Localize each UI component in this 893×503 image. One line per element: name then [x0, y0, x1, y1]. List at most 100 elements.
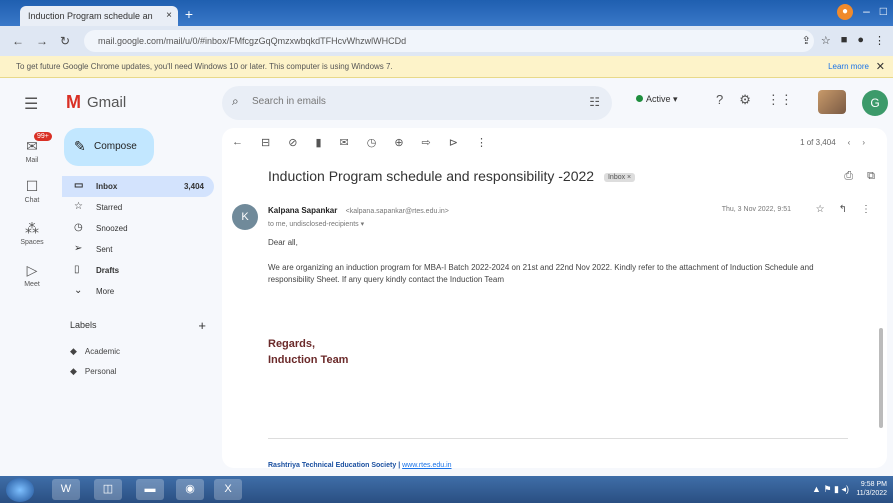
menu-dots-icon[interactable]: ⋮: [874, 34, 885, 47]
main-menu-icon[interactable]: ☰: [24, 94, 38, 114]
forward-icon[interactable]: →: [36, 34, 48, 48]
footer-link[interactable]: www.rtes.edu.in: [402, 462, 451, 469]
archive-icon[interactable]: ⊟: [261, 136, 270, 149]
pencil-icon: ✎: [74, 138, 86, 154]
search-input[interactable]: Search in emails: [252, 96, 326, 107]
regards-text: Regards,: [268, 338, 316, 350]
label-icon[interactable]: ⊳: [449, 136, 458, 149]
add-label-icon[interactable]: +: [198, 318, 206, 333]
inbox-tag[interactable]: Inbox ×: [603, 172, 636, 182]
tab-close-icon[interactable]: ×: [166, 10, 172, 21]
rail-mail[interactable]: ✉ 99+ Mail: [8, 132, 56, 164]
url-field[interactable]: mail.google.com/mail/u/0/#inbox/FMfcgzGq…: [84, 30, 814, 52]
mail-badge: 99+: [34, 132, 52, 141]
back-to-inbox-icon[interactable]: ←: [232, 136, 243, 149]
scrollbar[interactable]: [879, 328, 883, 428]
profile-icon[interactable]: ●: [837, 4, 854, 20]
clock[interactable]: 9:58 PM 11/3/2022: [856, 480, 887, 498]
clock-date: 11/3/2022: [856, 490, 887, 497]
sidebar-item-label: More: [96, 287, 115, 296]
email-signature: Regards, Induction Team: [268, 336, 348, 368]
clock-time: 9:58 PM: [860, 481, 887, 488]
star-icon: ☆: [74, 201, 83, 212]
organization-logo[interactable]: [818, 90, 846, 114]
report-spam-icon[interactable]: ⊘: [288, 136, 297, 149]
maximize-icon[interactable]: □: [880, 4, 887, 20]
pager-text: 1 of 3,404: [800, 138, 836, 147]
bookmark-star-icon[interactable]: ☆: [821, 34, 831, 47]
search-bar[interactable]: ⌕ Search in emails ☷: [222, 86, 612, 120]
taskbar-app-folder[interactable]: ▬: [136, 479, 164, 500]
search-icon[interactable]: ⌕: [232, 94, 239, 109]
status-selector[interactable]: Active ▾: [636, 94, 678, 105]
browser-tab[interactable]: Induction Program schedule an ×: [20, 6, 178, 26]
profile-avatar-icon[interactable]: ●: [857, 34, 864, 47]
email-date: Thu, 3 Nov 2022, 9:51: [721, 206, 791, 213]
rail-meet[interactable]: ▷ Meet: [8, 262, 56, 288]
star-message-icon[interactable]: ☆: [816, 204, 825, 215]
label-personal[interactable]: ◆ Personal: [70, 366, 117, 377]
sidebar-item-label: Sent: [96, 245, 113, 254]
snooze-icon[interactable]: ◷: [367, 136, 377, 149]
rail-spaces[interactable]: ⁂ Spaces: [8, 220, 56, 246]
browser-tab-strip: Induction Program schedule an × + ● – □: [0, 0, 893, 26]
start-button[interactable]: [6, 478, 34, 502]
account-avatar[interactable]: G: [862, 90, 888, 116]
sidebar-item-sent[interactable]: ➢ Sent: [62, 239, 214, 260]
apps-grid-icon[interactable]: ⋮⋮: [767, 92, 793, 108]
extension-icon[interactable]: ■: [841, 34, 848, 47]
sidebar-item-more[interactable]: ⌄ More: [62, 281, 214, 302]
gmail-logo[interactable]: M Gmail: [66, 92, 126, 113]
app-rail: ✉ 99+ Mail ☐ Chat ⁂ Spaces ▷ Meet: [0, 128, 62, 468]
send-icon: ➢: [74, 243, 83, 254]
add-task-icon[interactable]: ⊕: [394, 136, 403, 149]
previous-icon[interactable]: ‹: [848, 138, 851, 147]
taskbar-app-word[interactable]: W: [52, 479, 80, 500]
sidebar-item-starred[interactable]: ☆ Starred: [62, 197, 214, 218]
draft-icon: ▯: [74, 264, 80, 275]
delete-icon[interactable]: ▮: [315, 136, 321, 149]
reload-icon[interactable]: ↻: [60, 34, 70, 48]
spaces-icon: ⁂: [25, 220, 39, 236]
recipients-text: to me, undisclosed-recipients: [268, 221, 359, 228]
tab-title: Induction Program schedule an: [28, 11, 153, 21]
team-name: Induction Team: [268, 354, 349, 366]
search-options-icon[interactable]: ☷: [589, 95, 600, 109]
more-actions-icon[interactable]: ⋮: [861, 204, 871, 215]
next-icon[interactable]: ›: [862, 138, 865, 147]
more-options-icon[interactable]: ⋮: [476, 136, 487, 149]
mail-folders: ▭ Inbox 3,404 ☆ Starred ◷ Snoozed ➢ Sent…: [62, 176, 214, 302]
label-academic[interactable]: ◆ Academic: [70, 346, 120, 357]
sidebar-item-drafts[interactable]: ▯ Drafts: [62, 260, 214, 281]
minimize-icon[interactable]: –: [863, 4, 870, 20]
infobar-learn-more-link[interactable]: Learn more: [828, 62, 869, 71]
gmail-logo-mark: M: [66, 92, 81, 112]
system-tray[interactable]: ▲ ⚑ ▮ ◂): [812, 484, 849, 495]
browser-actions: ⇪ ☆ ■ ● ⋮: [802, 34, 885, 47]
sidebar-item-inbox[interactable]: ▭ Inbox 3,404: [62, 176, 214, 197]
recipients-line[interactable]: to me, undisclosed-recipients ▾: [268, 220, 364, 228]
open-new-window-icon[interactable]: ⧉: [867, 170, 875, 183]
taskbar-app-chrome[interactable]: ◉: [176, 479, 204, 500]
label-tag-icon: ◆: [70, 346, 77, 356]
sender-name[interactable]: Kalpana Sapankar: [268, 206, 337, 215]
sidebar-item-snoozed[interactable]: ◷ Snoozed: [62, 218, 214, 239]
support-icon[interactable]: ?: [716, 92, 723, 108]
taskbar-app-explorer[interactable]: ◫: [94, 479, 122, 500]
mark-unread-icon[interactable]: ✉: [340, 136, 349, 149]
sidebar-item-label: Inbox: [96, 182, 118, 191]
move-to-icon[interactable]: ⇨: [422, 136, 431, 149]
taskbar-app-excel[interactable]: X: [214, 479, 242, 500]
back-icon[interactable]: ←: [12, 34, 24, 48]
sender-avatar[interactable]: K: [232, 204, 258, 230]
reply-icon[interactable]: ↰: [839, 204, 847, 215]
settings-gear-icon[interactable]: ⚙: [739, 92, 751, 108]
compose-button[interactable]: ✎ Compose: [64, 128, 154, 166]
divider: [268, 438, 848, 439]
email-body: We are organizing an induction program f…: [268, 263, 814, 284]
new-tab-button[interactable]: +: [182, 7, 196, 22]
share-icon[interactable]: ⇪: [802, 34, 811, 47]
rail-chat[interactable]: ☐ Chat: [8, 178, 56, 204]
infobar-close-icon[interactable]: ✕: [876, 60, 885, 73]
print-icon[interactable]: ⎙: [844, 170, 853, 183]
